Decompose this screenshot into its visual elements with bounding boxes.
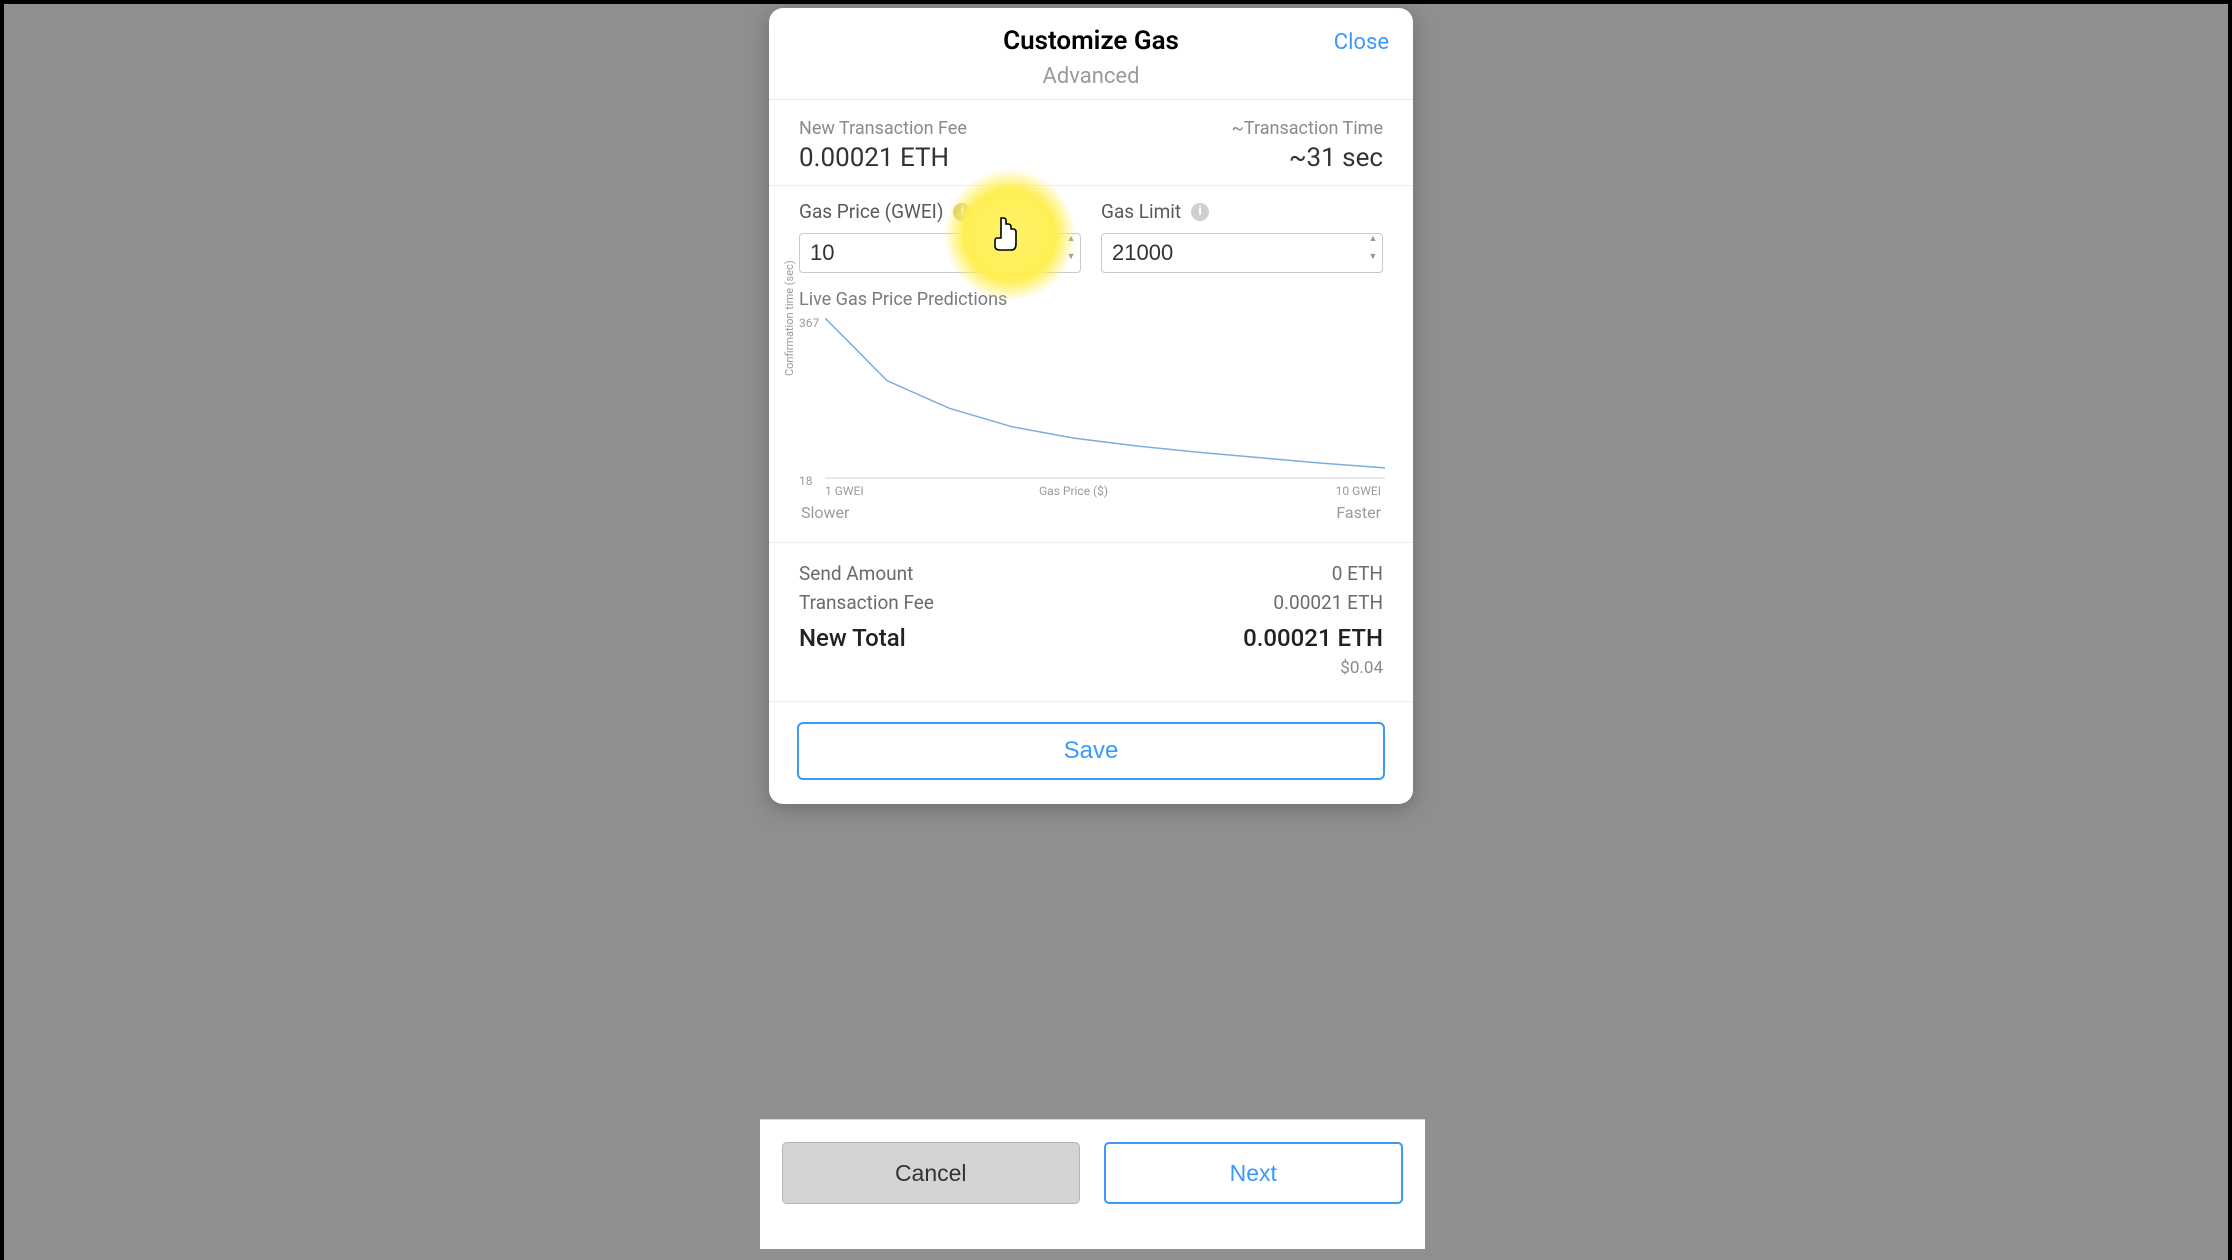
modal-title: Customize Gas xyxy=(789,26,1393,56)
inputs-row: Gas Price (GWEI) i ▲ ▼ Gas Limit i xyxy=(769,186,1413,279)
y-axis-label: Confirmation time (sec) xyxy=(783,260,796,376)
next-button[interactable]: Next xyxy=(1104,1142,1404,1204)
new-fee-value: 0.00021 ETH xyxy=(799,143,967,173)
new-total-usd: $0.04 xyxy=(1340,658,1383,678)
tx-time-col: ~Transaction Time ~31 sec xyxy=(1232,118,1383,173)
gas-limit-input[interactable] xyxy=(1101,233,1383,273)
gas-price-step-up[interactable]: ▲ xyxy=(1065,235,1077,251)
chart-section: Live Gas Price Predictions Confirmation … xyxy=(769,279,1413,543)
send-amount-label: Send Amount xyxy=(799,562,913,585)
tx-fee-label: Transaction Fee xyxy=(799,591,934,614)
gas-price-step-down[interactable]: ▼ xyxy=(1065,253,1077,269)
save-button[interactable]: Save xyxy=(797,722,1385,780)
x-tick-min: 1 GWEI xyxy=(825,484,864,498)
info-icon[interactable]: i xyxy=(1191,203,1209,221)
tx-time-value: ~31 sec xyxy=(1232,143,1383,173)
chart-title: Live Gas Price Predictions xyxy=(799,289,1383,310)
tx-fee-value: 0.00021 ETH xyxy=(1273,591,1383,614)
new-total-label: New Total xyxy=(799,624,906,652)
y-tick-min: 18 xyxy=(799,474,813,488)
tx-time-label: ~Transaction Time xyxy=(1232,118,1383,139)
fee-summary-row: New Transaction Fee 0.00021 ETH ~Transac… xyxy=(769,100,1413,186)
new-fee-col: New Transaction Fee 0.00021 ETH xyxy=(799,118,967,173)
new-fee-label: New Transaction Fee xyxy=(799,118,967,139)
gas-price-col: Gas Price (GWEI) i ▲ ▼ xyxy=(799,200,1081,273)
x-axis-label: Gas Price ($) xyxy=(1039,484,1108,498)
modal-header: Customize Gas Advanced Close xyxy=(769,8,1413,100)
gas-limit-label: Gas Limit xyxy=(1101,200,1181,223)
bottom-action-panel: Cancel Next xyxy=(760,1119,1425,1249)
gas-price-label: Gas Price (GWEI) xyxy=(799,200,943,223)
x-tick-max: 10 GWEI xyxy=(1336,484,1381,498)
info-icon[interactable]: i xyxy=(953,203,971,221)
gas-limit-step-up[interactable]: ▲ xyxy=(1367,235,1379,251)
totals-summary: Send Amount 0 ETH Transaction Fee 0.0002… xyxy=(769,543,1413,702)
send-amount-value: 0 ETH xyxy=(1332,562,1383,585)
new-total-value: 0.00021 ETH xyxy=(1243,624,1383,652)
speed-faster-label: Faster xyxy=(1336,503,1381,522)
gas-price-input[interactable] xyxy=(799,233,1081,273)
modal-tab-advanced[interactable]: Advanced xyxy=(789,64,1393,89)
customize-gas-modal: Customize Gas Advanced Close New Transac… xyxy=(769,8,1413,804)
y-tick-max: 367 xyxy=(799,316,819,330)
cancel-button[interactable]: Cancel xyxy=(782,1142,1080,1204)
gas-limit-col: Gas Limit i ▲ ▼ xyxy=(1101,200,1383,273)
close-button[interactable]: Close xyxy=(1334,30,1389,55)
chart-line xyxy=(825,318,1385,483)
gas-prediction-chart: Confirmation time (sec) 367 18 1 GWEI Ga… xyxy=(799,316,1383,491)
gas-limit-step-down[interactable]: ▼ xyxy=(1367,253,1379,269)
speed-slower-label: Slower xyxy=(801,503,849,522)
